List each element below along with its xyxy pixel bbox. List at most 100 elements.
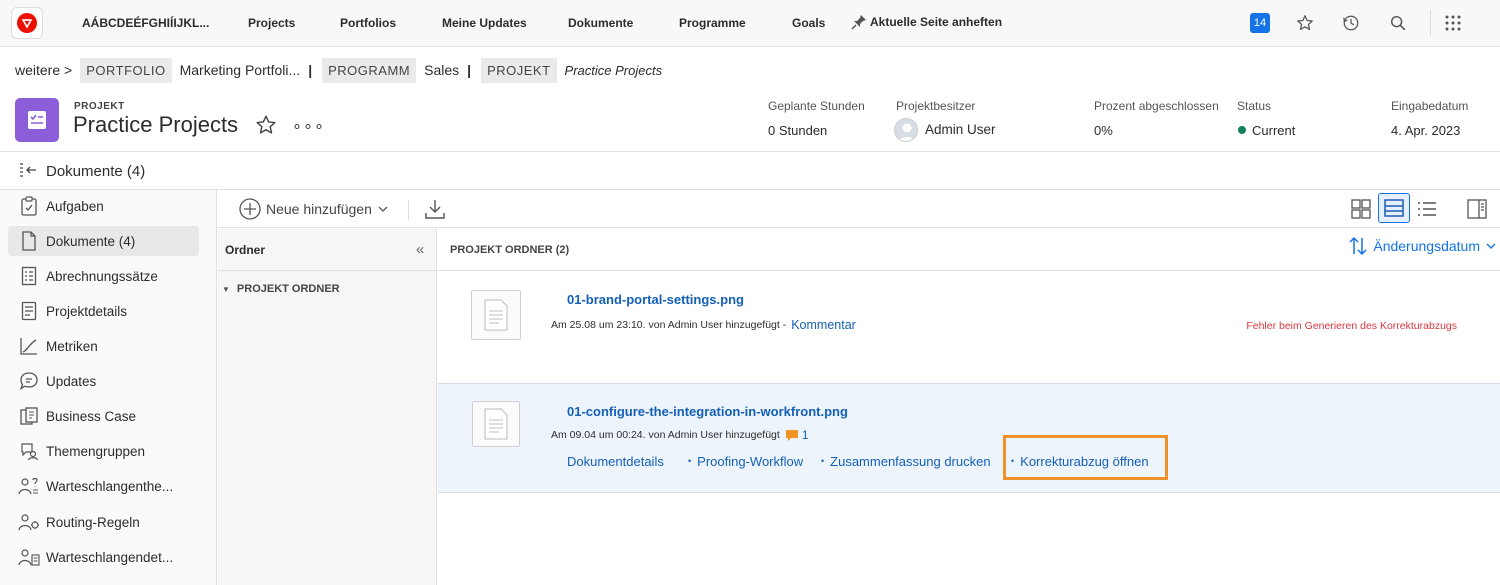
leftnav-item-dokumente[interactable]: Dokumente (4)	[8, 226, 199, 256]
billing-rates-icon	[18, 265, 40, 287]
page-title: Practice Projects	[73, 112, 239, 137]
org-name[interactable]: AÁBCDEÉFGHIÍIJKL...	[82, 16, 209, 30]
leftnav-item-themengruppen[interactable]: Themengruppen	[8, 436, 199, 466]
leftnav-item-projektdetails[interactable]: Projektdetails	[8, 296, 199, 326]
document-toolbar: Neue hinzufügen	[218, 190, 1500, 228]
leftnav-item-label: Aufgaben	[46, 198, 104, 214]
folders-header: Ordner «	[218, 229, 437, 271]
folders-panel: Ordner « ▼ PROJEKT ORDNER	[218, 229, 437, 585]
collapse-folders-icon[interactable]: «	[416, 241, 424, 258]
percent-complete-value: 0%	[1094, 123, 1113, 138]
search-icon[interactable]	[1388, 13, 1408, 33]
bullet-separator: •	[688, 456, 692, 466]
favorite-star-icon[interactable]	[255, 114, 277, 139]
document-row[interactable]: 01-configure-the-integration-in-workfron…	[438, 383, 1500, 493]
leftnav-item-label: Abrechnungssätze	[46, 268, 158, 284]
metrics-chart-icon	[18, 335, 40, 357]
nav-dokumente[interactable]: Dokumente	[568, 16, 633, 30]
collapse-nav-icon[interactable]	[18, 162, 38, 183]
leftnav-item-routing-regeln[interactable]: Routing-Regeln	[8, 507, 199, 537]
more-options-icon[interactable]: ∘∘∘	[292, 116, 325, 136]
nav-portfolios[interactable]: Portfolios	[340, 16, 396, 30]
favorites-star-icon[interactable]	[1295, 13, 1315, 33]
recent-history-icon[interactable]	[1341, 13, 1361, 33]
document-list-header: PROJEKT ORDNER (2) Änderungsdatum	[438, 229, 1500, 271]
leftnav-item-updates[interactable]: Updates	[8, 366, 199, 396]
proofing-workflow-link[interactable]: • Proofing-Workflow	[688, 454, 803, 469]
sort-dropdown[interactable]: Änderungsdatum	[1347, 235, 1497, 257]
sort-icon	[1349, 236, 1367, 256]
folder-label: PROJEKT ORDNER	[236, 283, 340, 295]
pin-page-button[interactable]: Aktuelle Seite anheften	[851, 14, 1002, 30]
grid-view-icon[interactable]	[1349, 197, 1373, 221]
document-meta: Am 09.04 um 00:24. von Admin User hinzug…	[551, 428, 809, 442]
print-summary-label: Zusammenfassung drucken	[830, 454, 991, 469]
app-grid-icon[interactable]	[1443, 13, 1463, 33]
side-panel-icon[interactable]	[1465, 197, 1489, 221]
owner-value[interactable]: Admin User	[925, 122, 996, 137]
comment-link[interactable]: Kommentar	[791, 318, 856, 332]
leftnav-item-label: Dokumente (4)	[46, 233, 136, 249]
file-thumbnail-icon[interactable]	[471, 290, 521, 340]
nav-programme[interactable]: Programme	[679, 16, 746, 30]
business-case-icon	[18, 405, 40, 427]
pin-page-label: Aktuelle Seite anheften	[870, 15, 1003, 29]
notification-badge[interactable]: 14	[1250, 13, 1270, 33]
document-row[interactable]: 01-brand-portal-settings.png Am 25.08 um…	[438, 272, 1500, 382]
document-name-link[interactable]: 01-configure-the-integration-in-workfron…	[567, 404, 848, 419]
details-icon	[18, 300, 40, 322]
queue-details-icon	[18, 546, 40, 568]
list-view-icon[interactable]	[1415, 197, 1439, 221]
leftnav-item-label: Routing-Regeln	[46, 514, 140, 530]
file-thumbnail-icon[interactable]	[472, 401, 520, 447]
avatar[interactable]	[894, 118, 918, 142]
caret-down-icon[interactable]: ▼	[222, 285, 230, 294]
proof-error-message: Fehler beim Generieren des Korrekturabzu…	[1246, 320, 1457, 332]
plus-circle-icon	[239, 198, 261, 220]
card-view-icon[interactable]	[1378, 193, 1410, 223]
nav-projects[interactable]: Projects	[248, 16, 295, 30]
app-logo[interactable]	[11, 7, 43, 39]
pin-icon	[851, 15, 866, 30]
nav-goals[interactable]: Goals	[792, 16, 825, 30]
breadcrumb-project-tag: PROJEKT	[481, 57, 557, 83]
status-value[interactable]: Current	[1238, 123, 1295, 138]
leftnav-item-warteschlangendetails[interactable]: Warteschlangendet...	[8, 542, 199, 572]
folder-item[interactable]: ▼ PROJEKT ORDNER	[222, 283, 340, 295]
leftnav-item-metriken[interactable]: Metriken	[8, 331, 199, 361]
leftnav-item-label: Updates	[46, 373, 97, 389]
entry-date-value: 4. Apr. 2023	[1391, 123, 1461, 138]
breadcrumb-more[interactable]: weitere >	[15, 62, 72, 78]
leftnav-item-label: Metriken	[46, 338, 98, 354]
download-icon[interactable]	[423, 197, 447, 221]
status-dot-icon	[1238, 126, 1246, 134]
routing-rules-icon	[18, 511, 40, 533]
leftnav-item-warteschlangenthemen[interactable]: Warteschlangenthe...	[8, 471, 199, 501]
comment-count-badge[interactable]: 1	[785, 428, 809, 442]
left-navigation: Aufgaben Dokumente (4) Abrechnungssätze …	[0, 190, 217, 585]
nav-divider	[1430, 10, 1431, 36]
breadcrumb: weitere > PORTFOLIO Marketing Portfoli..…	[15, 55, 662, 85]
nav-meine-updates[interactable]: Meine Updates	[442, 16, 527, 30]
breadcrumb-portfolio-link[interactable]: Marketing Portfoli...	[180, 62, 301, 78]
chevron-down-icon	[1486, 243, 1496, 249]
document-icon	[18, 230, 40, 252]
project-type-label: PROJEKT	[74, 101, 125, 112]
document-meta-text: Am 09.04 um 00:24. von Admin User hinzug…	[551, 429, 780, 441]
breadcrumb-program-link[interactable]: Sales	[424, 62, 459, 78]
document-name-link[interactable]: 01-brand-portal-settings.png	[567, 292, 744, 307]
document-meta-text: Am 25.08 um 23:10. von Admin User hinzug…	[551, 319, 787, 331]
queue-topics-icon	[18, 475, 40, 497]
document-details-link[interactable]: Dokumentdetails	[567, 454, 664, 469]
leftnav-item-business-case[interactable]: Business Case	[8, 401, 199, 431]
section-title: Dokumente (4)	[46, 163, 146, 180]
add-new-button[interactable]: Neue hinzufügen	[238, 197, 389, 221]
leftnav-item-label: Projektdetails	[46, 303, 128, 319]
leftnav-item-abrechnungssaetze[interactable]: Abrechnungssätze	[8, 261, 199, 291]
leftnav-item-label: Business Case	[46, 408, 137, 424]
breadcrumb-separator: |	[308, 62, 313, 78]
leftnav-item-aufgaben[interactable]: Aufgaben	[8, 191, 199, 221]
print-summary-link[interactable]: • Zusammenfassung drucken	[821, 454, 991, 469]
section-bar: Dokumente (4)	[0, 152, 1500, 190]
project-icon	[15, 98, 59, 142]
